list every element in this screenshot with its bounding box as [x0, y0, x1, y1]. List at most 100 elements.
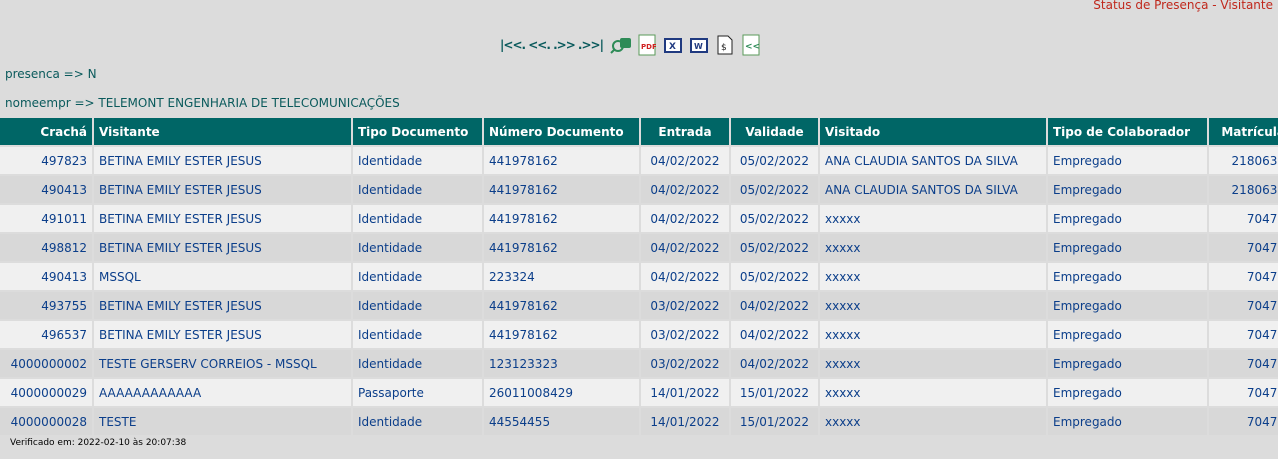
col-header-entrada[interactable]: Entrada [641, 118, 729, 147]
cell-numero-documento: 26011008429 [484, 379, 639, 408]
svg-text:$: $ [721, 43, 727, 53]
cell-visitado: xxxxx [820, 408, 1046, 437]
table-row[interactable]: 496537 BETINA EMILY ESTER JESUS Identidade… [0, 321, 1278, 350]
visitor-table: Crachá Visitante Tipo Documento Número D… [0, 118, 1278, 437]
cell-matricula: 70479 [1209, 350, 1278, 379]
cell-matricula: 70479 [1209, 408, 1278, 437]
cell-entrada: 04/02/2022 [641, 263, 729, 292]
back-icon[interactable]: << [740, 34, 762, 56]
table-row[interactable]: 4000000028 TESTE Identidade 44554455 14/01/2… [0, 408, 1278, 437]
pager-label[interactable]: |<<. <<. .>> .>>| [500, 38, 604, 52]
col-header-tipo-colaborador[interactable]: Tipo de Colaborador [1048, 118, 1207, 147]
cell-tipo-documento: Identidade [353, 234, 482, 263]
col-header-matricula[interactable]: Matrícula [1209, 118, 1278, 147]
cell-tipo-documento: Identidade [353, 263, 482, 292]
cell-cracha: 4000000028 [0, 408, 92, 437]
page-title: Status de Presença - Visitante [1093, 0, 1273, 12]
cell-visitado: xxxxx [820, 321, 1046, 350]
cell-tipo-colaborador: Empregado [1048, 379, 1207, 408]
cell-tipo-documento: Identidade [353, 292, 482, 321]
col-header-visitante[interactable]: Visitante [94, 118, 351, 147]
toolbar: |<<. <<. .>> .>>| PDF X W $ << [500, 33, 762, 57]
cell-cracha: 493755 [0, 292, 92, 321]
table-row[interactable]: 497823 BETINA EMILY ESTER JESUS Identidade… [0, 147, 1278, 176]
table-row[interactable]: 490413 MSSQL Identidade 223324 04/02/2022 05/… [0, 263, 1278, 292]
table-row[interactable]: 491011 BETINA EMILY ESTER JESUS Identidade… [0, 205, 1278, 234]
cell-visitante: MSSQL [94, 263, 351, 292]
cell-entrada: 14/01/2022 [641, 408, 729, 437]
cell-tipo-colaborador: Empregado [1048, 147, 1207, 176]
filter-nomeempr: nomeempr => TELEMONT ENGENHARIA DE TELEC… [5, 96, 400, 110]
col-header-tipo-documento[interactable]: Tipo Documento [353, 118, 482, 147]
cell-visitante: BETINA EMILY ESTER JESUS [94, 147, 351, 176]
cell-tipo-colaborador: Empregado [1048, 234, 1207, 263]
cell-visitado: xxxxx [820, 379, 1046, 408]
pdf-icon[interactable]: PDF [636, 34, 658, 56]
search-icon[interactable] [610, 34, 632, 56]
cell-validade: 05/02/2022 [731, 205, 818, 234]
cell-tipo-colaborador: Empregado [1048, 408, 1207, 437]
cell-entrada: 03/02/2022 [641, 350, 729, 379]
cell-tipo-colaborador: Empregado [1048, 263, 1207, 292]
col-header-cracha[interactable]: Crachá [0, 118, 92, 147]
excel-icon[interactable]: X [662, 34, 684, 56]
svg-text:PDF: PDF [641, 43, 656, 51]
cell-numero-documento: 441978162 [484, 147, 639, 176]
cell-cracha: 4000000029 [0, 379, 92, 408]
csv-icon[interactable]: $ [714, 34, 736, 56]
col-header-visitado[interactable]: Visitado [820, 118, 1046, 147]
cell-visitante: BETINA EMILY ESTER JESUS [94, 176, 351, 205]
svg-text:W: W [694, 42, 703, 51]
cell-matricula: 70479 [1209, 321, 1278, 350]
cell-numero-documento: 441978162 [484, 292, 639, 321]
cell-visitante: TESTE GERSERV CORREIOS - MSSQL [94, 350, 351, 379]
word-icon[interactable]: W [688, 34, 710, 56]
cell-entrada: 04/02/2022 [641, 234, 729, 263]
cell-matricula: 70479 [1209, 263, 1278, 292]
col-header-numero-documento[interactable]: Número Documento [484, 118, 639, 147]
cell-visitado: ANA CLAUDIA SANTOS DA SILVA [820, 176, 1046, 205]
cell-matricula: 2180630 [1209, 176, 1278, 205]
cell-matricula: 2180630 [1209, 147, 1278, 176]
cell-tipo-colaborador: Empregado [1048, 321, 1207, 350]
svg-text:<<: << [745, 42, 760, 52]
pager-controls[interactable]: |<<. <<. .>> .>>| [500, 38, 606, 52]
cell-visitado: xxxxx [820, 292, 1046, 321]
cell-entrada: 03/02/2022 [641, 292, 729, 321]
cell-validade: 04/02/2022 [731, 292, 818, 321]
cell-matricula: 70479 [1209, 379, 1278, 408]
cell-visitante: BETINA EMILY ESTER JESUS [94, 321, 351, 350]
cell-tipo-documento: Identidade [353, 205, 482, 234]
cell-cracha: 497823 [0, 147, 92, 176]
cell-numero-documento: 123123323 [484, 350, 639, 379]
cell-matricula: 70479 [1209, 234, 1278, 263]
verified-timestamp: Verificado em: 2022-02-10 às 20:07:38 [10, 438, 187, 448]
cell-visitante: BETINA EMILY ESTER JESUS [94, 234, 351, 263]
cell-tipo-documento: Passaporte [353, 379, 482, 408]
cell-cracha: 498812 [0, 234, 92, 263]
cell-visitante: BETINA EMILY ESTER JESUS [94, 292, 351, 321]
cell-visitante: BETINA EMILY ESTER JESUS [94, 205, 351, 234]
cell-tipo-colaborador: Empregado [1048, 205, 1207, 234]
cell-cracha: 490413 [0, 263, 92, 292]
cell-visitado: ANA CLAUDIA SANTOS DA SILVA [820, 147, 1046, 176]
table-row[interactable]: 493755 BETINA EMILY ESTER JESUS Identidade… [0, 292, 1278, 321]
cell-validade: 05/02/2022 [731, 234, 818, 263]
cell-visitado: xxxxx [820, 234, 1046, 263]
cell-validade: 15/01/2022 [731, 408, 818, 437]
cell-tipo-colaborador: Empregado [1048, 176, 1207, 205]
cell-entrada: 04/02/2022 [641, 205, 729, 234]
cell-entrada: 14/01/2022 [641, 379, 729, 408]
col-header-validade[interactable]: Validade [731, 118, 818, 147]
cell-entrada: 04/02/2022 [641, 147, 729, 176]
table-row[interactable]: 498812 BETINA EMILY ESTER JESUS Identidade… [0, 234, 1278, 263]
cell-validade: 05/02/2022 [731, 147, 818, 176]
table-row[interactable]: 490413 BETINA EMILY ESTER JESUS Identidade… [0, 176, 1278, 205]
cell-matricula: 70479 [1209, 292, 1278, 321]
cell-validade: 04/02/2022 [731, 321, 818, 350]
table-row[interactable]: 4000000002 TESTE GERSERV CORREIOS - MSSQL… [0, 350, 1278, 379]
table-row[interactable]: 4000000029 AAAAAAAAAAAA Passaporte 26011008… [0, 379, 1278, 408]
cell-entrada: 03/02/2022 [641, 321, 729, 350]
table-header-row: Crachá Visitante Tipo Documento Número D… [0, 118, 1278, 147]
cell-numero-documento: 44554455 [484, 408, 639, 437]
